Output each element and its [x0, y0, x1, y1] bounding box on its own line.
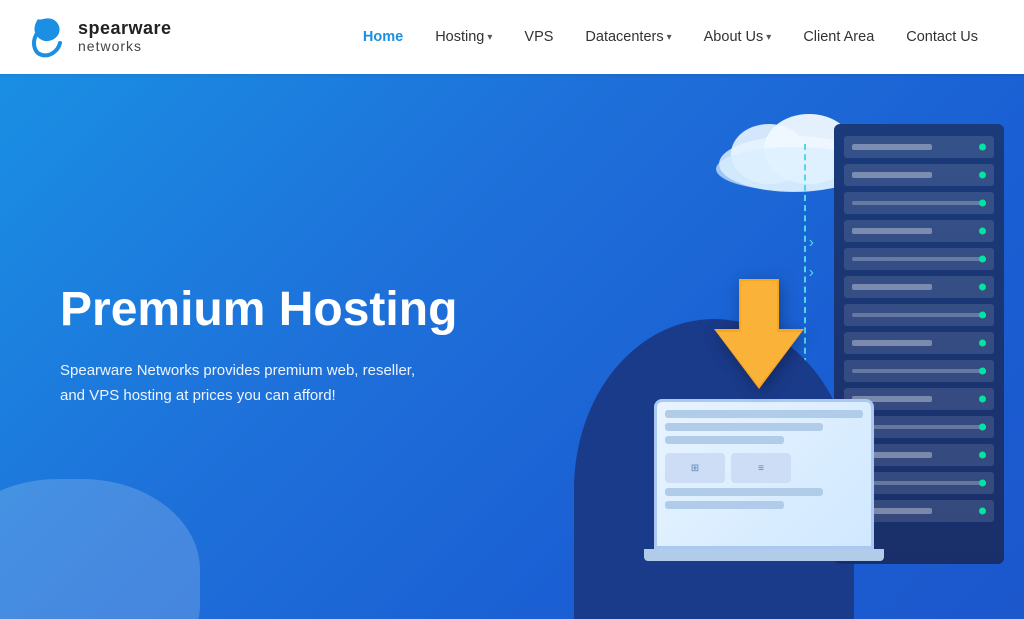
- hero-illustration: › ›: [464, 74, 1024, 619]
- hero-section: Premium Hosting Spearware Networks provi…: [0, 74, 1024, 619]
- nav-item-datacenters[interactable]: Datacenters ▾: [569, 0, 687, 74]
- screen-bar: [665, 436, 784, 444]
- nav-links: Home Hosting ▾ VPS Datacenters ▾ About U…: [347, 0, 994, 74]
- screen-icon-row: ⊞ ≡: [665, 453, 863, 483]
- nav-item-hosting[interactable]: Hosting ▾: [419, 0, 508, 74]
- nav-link-vps[interactable]: VPS: [508, 0, 569, 74]
- navbar: spearware networks Home Hosting ▾ VPS Da…: [0, 0, 1024, 74]
- rack-unit: [844, 136, 994, 158]
- chevron-down-icon-3: ▾: [766, 32, 771, 43]
- rack-unit: [844, 276, 994, 298]
- hero-text-block: Premium Hosting Spearware Networks provi…: [0, 284, 457, 408]
- nav-item-client[interactable]: Client Area: [787, 0, 890, 74]
- laptop-screen: ⊞ ≡: [654, 399, 874, 549]
- nav-item-contact[interactable]: Contact Us: [890, 0, 994, 74]
- cable-arrow-2: ›: [809, 264, 814, 282]
- rack-unit: [844, 304, 994, 326]
- rack-unit: [844, 360, 994, 382]
- screen-icon-box-2: ≡: [731, 453, 791, 483]
- laptop-graphic: ⊞ ≡: [634, 399, 894, 599]
- rack-unit: [844, 332, 994, 354]
- nav-link-about[interactable]: About Us ▾: [688, 0, 788, 74]
- rack-unit: [844, 192, 994, 214]
- nav-item-vps[interactable]: VPS: [508, 0, 569, 74]
- screen-bar: [665, 423, 823, 431]
- nav-link-datacenters[interactable]: Datacenters ▾: [569, 0, 687, 74]
- logo-text: spearware networks: [78, 19, 172, 54]
- screen-bar: [665, 501, 784, 509]
- hero-subtitle: Spearware Networks provides premium web,…: [60, 359, 440, 409]
- decorative-blob: [0, 479, 200, 619]
- logo-brand-sub: networks: [78, 39, 172, 54]
- laptop-base: [644, 549, 884, 561]
- screen-icon-box: ⊞: [665, 453, 725, 483]
- screen-bar: [665, 410, 863, 418]
- nav-link-client[interactable]: Client Area: [787, 0, 890, 74]
- chevron-down-icon-2: ▾: [667, 32, 672, 43]
- logo-link[interactable]: spearware networks: [30, 15, 172, 59]
- screen-content: ⊞ ≡: [657, 402, 871, 517]
- logo-icon: [30, 15, 70, 59]
- nav-link-home[interactable]: Home: [347, 0, 419, 74]
- rack-unit: [844, 248, 994, 270]
- hero-title: Premium Hosting: [60, 284, 457, 337]
- screen-bar: [665, 488, 823, 496]
- chevron-down-icon: ▾: [487, 32, 492, 43]
- cable-arrow-1: ›: [809, 234, 814, 252]
- rack-unit: [844, 164, 994, 186]
- nav-link-hosting[interactable]: Hosting ▾: [419, 0, 508, 74]
- nav-item-about[interactable]: About Us ▾: [688, 0, 788, 74]
- nav-item-home[interactable]: Home: [347, 0, 419, 74]
- download-arrow: [709, 274, 809, 399]
- nav-link-contact[interactable]: Contact Us: [890, 0, 994, 74]
- logo-brand-name: spearware: [78, 19, 172, 39]
- rack-unit: [844, 220, 994, 242]
